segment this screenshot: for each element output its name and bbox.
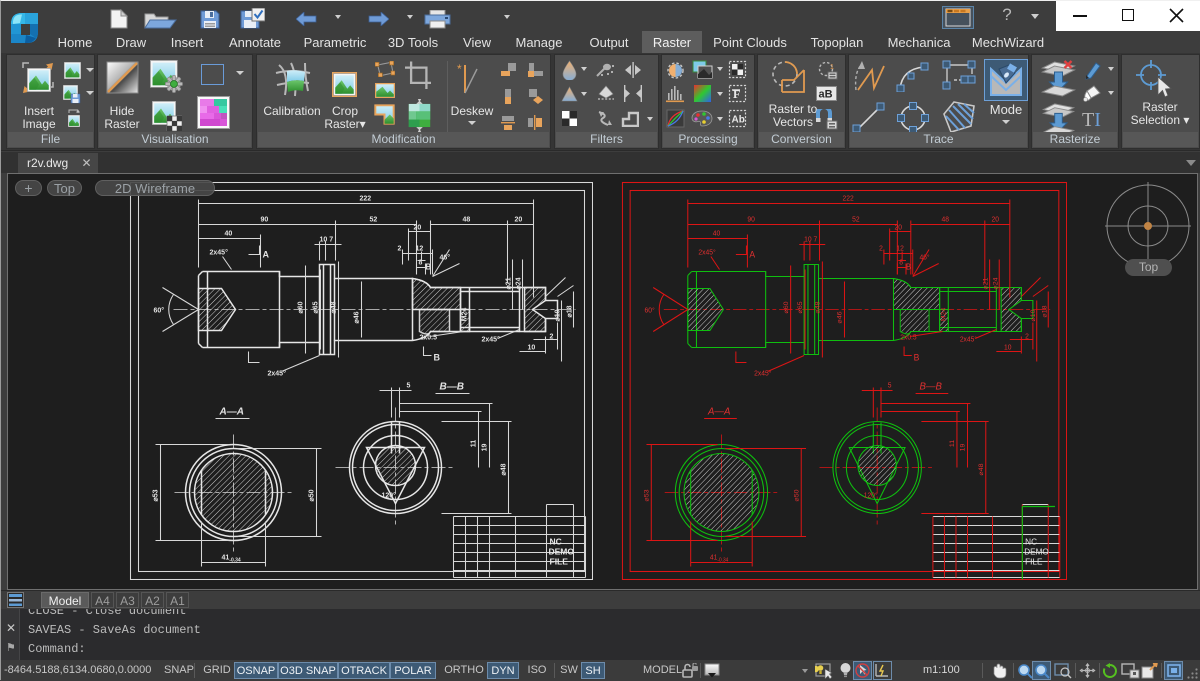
svg-text:aB: aB (819, 89, 833, 101)
svg-text:Ab: Ab (732, 115, 745, 126)
svg-text:*: * (457, 63, 462, 76)
svg-text:F: F (733, 87, 740, 101)
svg-text:1: 1 (830, 64, 834, 71)
